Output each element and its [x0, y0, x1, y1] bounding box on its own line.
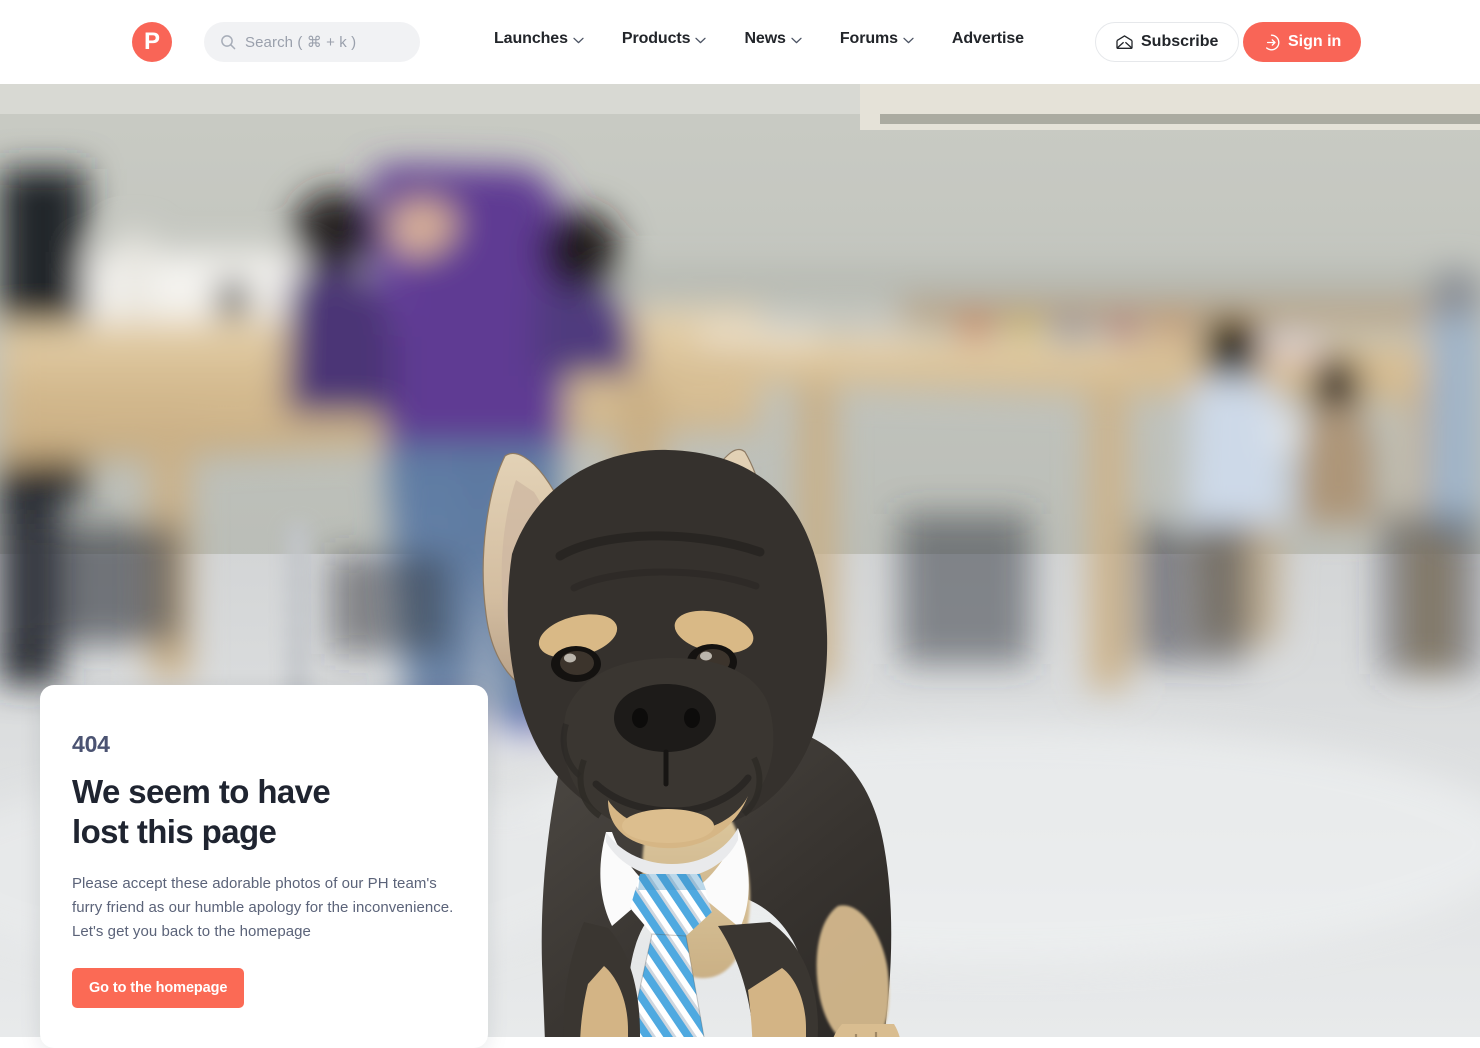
nav-item-forums[interactable]: Forums	[840, 30, 914, 48]
subscribe-button[interactable]: Subscribe	[1095, 22, 1240, 62]
subscribe-label: Subscribe	[1141, 33, 1219, 50]
product-hunt-logo-icon[interactable]: P	[132, 22, 172, 62]
nav-label: Launches	[494, 30, 568, 47]
nav-label: Products	[621, 30, 691, 47]
chevron-down-icon	[791, 34, 802, 44]
search-input[interactable]: Search ( ⌘ + k )	[204, 22, 420, 62]
nav-label: Advertise	[951, 30, 1024, 47]
error-card: 404 We seem to have lost this page Pleas…	[40, 685, 488, 1048]
sign-in-label: Sign in	[1288, 33, 1342, 50]
sign-in-arrow-icon	[1263, 34, 1280, 51]
nav-item-news[interactable]: News	[744, 30, 802, 48]
nav-item-products[interactable]: Products	[622, 30, 707, 48]
chevron-down-icon	[695, 34, 707, 44]
search-placeholder: Search ( ⌘ + k )	[245, 34, 357, 51]
nav-label: News	[744, 30, 786, 47]
search-icon	[220, 34, 236, 50]
page-title: We seem to have lost this page	[72, 773, 331, 851]
site-header: P Search ( ⌘ + k ) Launches Products New…	[0, 0, 1480, 84]
nav-item-launches[interactable]: Launches	[494, 30, 584, 48]
main-navigation: Launches Products News Forums Advertise	[494, 30, 1024, 48]
envelope-icon	[1116, 35, 1133, 49]
nav-item-advertise[interactable]: Advertise	[952, 30, 1024, 48]
nav-label: Forums	[839, 30, 898, 47]
error-description: Please accept these adorable photos of o…	[72, 874, 454, 941]
error-code: 404	[72, 731, 110, 757]
go-to-homepage-button[interactable]: Go to the homepage	[72, 968, 245, 1009]
chevron-down-icon	[573, 34, 584, 44]
chevron-down-icon	[903, 34, 914, 44]
sign-in-button[interactable]: Sign in	[1243, 22, 1362, 62]
